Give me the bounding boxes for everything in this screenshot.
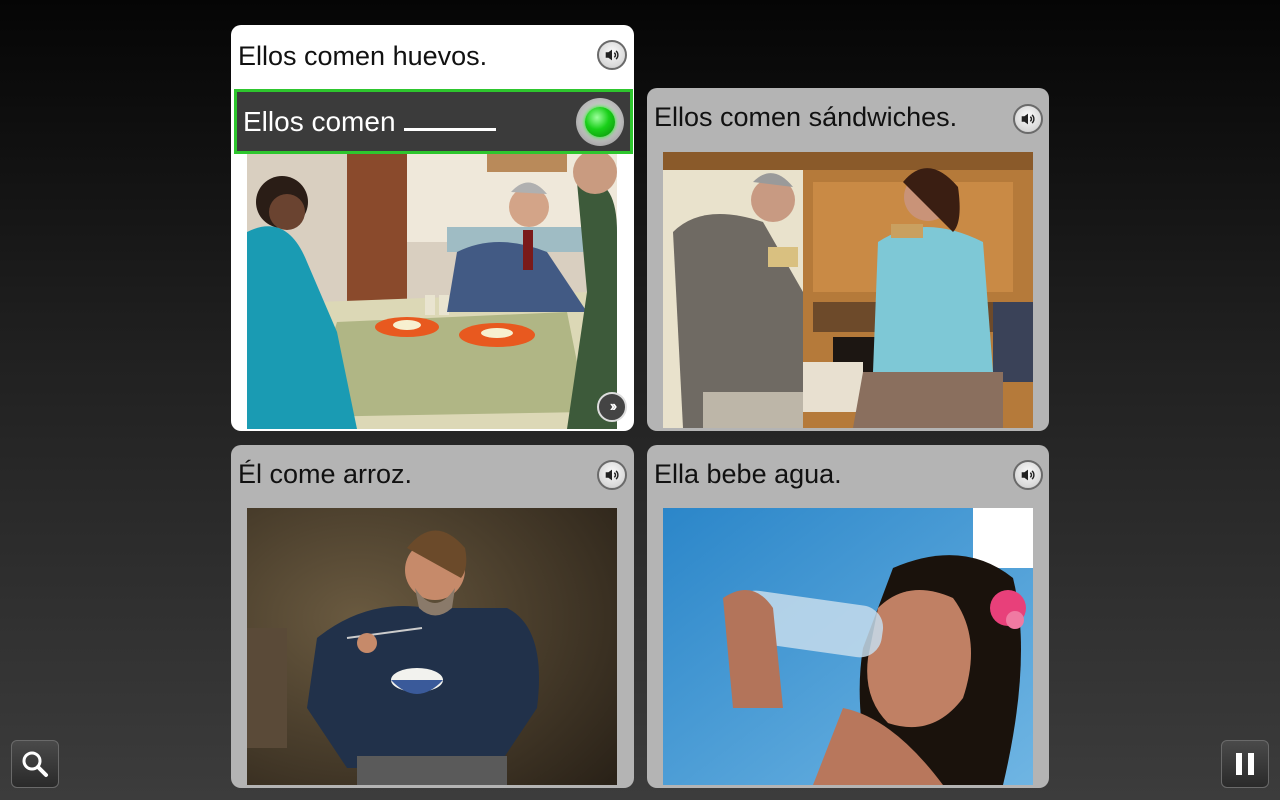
card-water[interactable]: Ella bebe agua. — [647, 445, 1049, 788]
card-caption: Ellos comen sándwiches. — [654, 102, 958, 132]
prompt-text: Ellos comen — [243, 102, 496, 138]
photo-water[interactable] — [663, 508, 1033, 785]
mic-indicator — [585, 107, 615, 137]
next-icon[interactable]: ›› — [597, 392, 627, 422]
prompt-label: Ellos comen — [243, 106, 396, 137]
card-caption: Ella bebe agua. — [654, 459, 842, 489]
pause-icon — [1233, 751, 1257, 777]
photo-sandwiches[interactable] — [663, 152, 1033, 428]
search-button[interactable] — [11, 740, 59, 788]
card-caption: Él come arroz. — [238, 459, 413, 489]
microphone-icon[interactable] — [576, 98, 624, 146]
card-sandwiches[interactable]: Ellos comen sándwiches. — [647, 88, 1049, 431]
speaker-icon[interactable] — [1013, 104, 1043, 134]
prompt-bar: Ellos comen — [234, 89, 633, 154]
speaker-icon[interactable] — [1013, 460, 1043, 490]
photo-rice[interactable] — [247, 508, 617, 785]
photo-eggs[interactable] — [247, 152, 617, 429]
speaker-icon[interactable] — [597, 460, 627, 490]
card-eggs[interactable]: Ellos comen huevos. ›› — [231, 25, 634, 431]
prompt-blank — [403, 102, 496, 131]
card-rice[interactable]: Él come arroz. — [231, 445, 634, 788]
pause-button[interactable] — [1221, 740, 1269, 788]
speaker-icon[interactable] — [597, 40, 627, 70]
magnifier-icon — [20, 749, 50, 779]
card-caption: Ellos comen huevos. — [238, 41, 488, 71]
